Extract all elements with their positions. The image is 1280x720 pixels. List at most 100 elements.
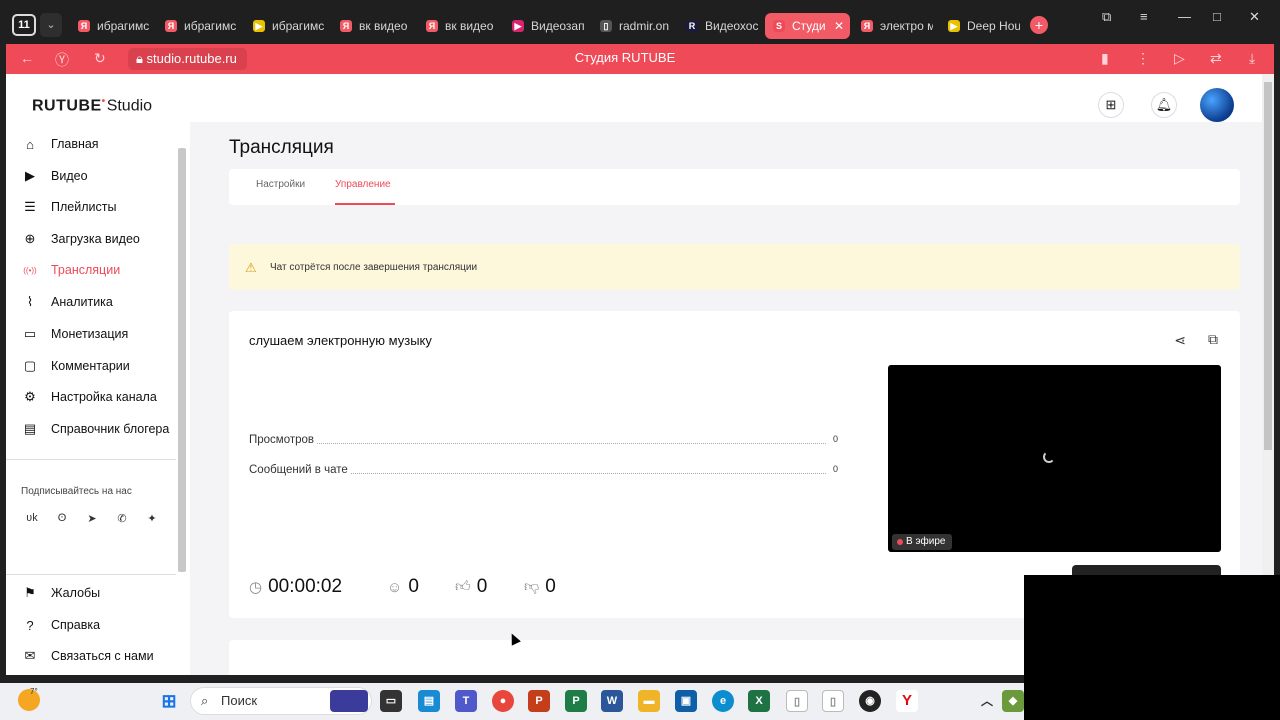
minimize-icon[interactable]: —	[1178, 9, 1191, 24]
bottom-nav-label: Связаться с нами	[51, 649, 154, 663]
browser-tab[interactable]: Яибрагимс	[157, 13, 237, 39]
sidebar-scrollbar[interactable]	[176, 134, 188, 674]
sidebar-item[interactable]: ▢ Комментарии	[22, 355, 130, 377]
browser-tab[interactable]: ▶ Видеозап	[504, 13, 584, 39]
sidebar-item[interactable]: ▶ Видео	[22, 165, 88, 187]
tab-counter[interactable]: 11	[12, 14, 36, 36]
sidebar-item-label: Монетизация	[51, 327, 129, 341]
dzen-icon[interactable]: ✦	[143, 512, 161, 525]
collections-icon[interactable]: ⧉	[1102, 9, 1111, 25]
bottom-nav-item[interactable]: ? Справка	[22, 614, 100, 636]
browser-tab[interactable]: Явк видео	[332, 13, 412, 39]
sidebar-item[interactable]: ⊕ Загрузка видео	[22, 228, 140, 250]
tab-settings[interactable]: Настройки	[256, 179, 305, 190]
upload-icon: ⊕	[24, 231, 36, 246]
maximize-icon[interactable]: □	[1213, 9, 1221, 24]
share-icon[interactable]: ⋖	[1174, 332, 1186, 349]
tab-label: Deep Hou	[967, 19, 1020, 33]
tab-label: ибрагимс	[184, 19, 237, 33]
telegram-icon[interactable]: ➤	[83, 512, 101, 525]
stream-action-button[interactable]	[1072, 565, 1221, 575]
sidebar-item-label: Трансляции	[51, 263, 121, 277]
browser-tab[interactable]: Яибрагимс	[70, 13, 150, 39]
edge-icon[interactable]: e	[712, 690, 734, 712]
stream-card: слушаем электронную музыку ⋖ ⧉ Просмотро…	[229, 311, 1240, 618]
duration-metric: ◷ 00:00:02	[249, 576, 343, 597]
tab-management[interactable]: Управление	[335, 179, 391, 190]
sidebar-item-label: Главная	[51, 137, 99, 151]
stream-title: слушаем электронную музыку	[249, 333, 432, 348]
sidebar-item[interactable]: ☰ Плейлисты	[22, 196, 116, 218]
browser-tab[interactable]: S Студи ✕	[765, 13, 850, 39]
rutube-studio-logo[interactable]: RUTUBE•Studio	[32, 96, 152, 115]
task-view-icon[interactable]: ▭	[380, 690, 402, 712]
yandex-browser-icon[interactable]: Y	[896, 690, 918, 712]
bell-icon[interactable]: 🔔︎	[1151, 92, 1177, 118]
tab-label: Студи	[792, 19, 826, 33]
analytics-icon: ⌇	[26, 294, 34, 309]
add-video-icon[interactable]: ⊞	[1098, 92, 1124, 118]
sidebar-item[interactable]: ((•)) Трансляции	[22, 259, 120, 281]
tab-label: вк видео	[359, 19, 408, 33]
thumbs-up-icon: 👍︎	[455, 578, 471, 595]
word-icon[interactable]: W	[601, 690, 623, 712]
windows-start-icon[interactable]: ⊞	[158, 690, 180, 712]
overlay-black-area	[1024, 575, 1280, 720]
playlist-icon: ☰	[24, 199, 36, 214]
app-icon[interactable]: ▤	[418, 690, 440, 712]
sidebar-item[interactable]: ⚙ Настройка канала	[22, 386, 157, 408]
file-icon[interactable]: ▯	[822, 690, 844, 712]
search-highlight-icon[interactable]	[330, 690, 368, 712]
menu-icon[interactable]: ≡	[1140, 9, 1148, 24]
video-preview[interactable]: В эфире	[888, 365, 1221, 552]
browser-tab[interactable]: ▶ Deep Hou	[940, 13, 1020, 39]
tray-app-icon[interactable]: ◆	[1002, 690, 1024, 712]
tab-favicon-icon: ▯	[600, 20, 612, 32]
search-icon: ⌕	[201, 693, 209, 708]
sidebar-item[interactable]: ▤ Справочник блогера	[22, 418, 170, 440]
sidebar-item[interactable]: ⌇ Аналитика	[22, 291, 113, 313]
avatar[interactable]	[1200, 88, 1234, 122]
file-icon[interactable]: ▯	[786, 690, 808, 712]
explorer-icon[interactable]: ▬	[638, 690, 660, 712]
chrome-icon[interactable]: ●	[492, 690, 514, 712]
browser-tab[interactable]: ▯ radmir.on	[592, 13, 672, 39]
excel-icon[interactable]: X	[748, 690, 770, 712]
bookmark-icon[interactable]: ▮	[1101, 50, 1109, 67]
download-icon[interactable]: ⤓	[1249, 50, 1255, 67]
teams-icon[interactable]: T	[455, 690, 477, 712]
browser-tab[interactable]: Явк видео	[418, 13, 498, 39]
browser-tab[interactable]: R Видеохос	[678, 13, 758, 39]
obs-icon[interactable]: ◉	[859, 690, 881, 712]
powerpoint-icon[interactable]: P	[528, 690, 550, 712]
broadcast-icon: ((•))	[23, 265, 37, 275]
ok-icon[interactable]: ʘ	[53, 512, 71, 524]
warning-banner: ⚠ Чат сотрётся после завершения трансляц…	[229, 244, 1240, 290]
viber-icon[interactable]: ✆	[113, 512, 131, 525]
new-tab-button[interactable]: +	[1030, 16, 1048, 34]
store-icon[interactable]: ▣	[675, 690, 697, 712]
chevron-down-icon[interactable]: ⌄	[40, 13, 62, 37]
project-icon[interactable]: P	[565, 690, 587, 712]
tab-favicon-icon: Я	[165, 20, 177, 32]
tab-favicon-icon: R	[686, 20, 698, 32]
browser-tab[interactable]: Яэлектро м	[853, 13, 933, 39]
browser-tab[interactable]: ▶ ибрагимс	[245, 13, 325, 39]
external-link-icon[interactable]: ⧉	[1208, 331, 1218, 348]
close-tab-icon[interactable]: ✕	[834, 19, 844, 33]
sidebar-item-label: Видео	[51, 169, 88, 183]
translate-icon[interactable]: ⇄	[1210, 50, 1222, 67]
sidebar-item[interactable]: ▭ Монетизация	[22, 323, 128, 345]
tray-chevron-icon[interactable]: ︿	[976, 690, 998, 712]
sidebar-item[interactable]: ⌂ Главная	[22, 133, 99, 155]
more-icon[interactable]: ⋮	[1136, 50, 1150, 67]
close-window-icon[interactable]: ✕	[1249, 9, 1260, 25]
home-icon: ⌂	[26, 136, 34, 152]
bottom-nav-item[interactable]: ✉ Связаться с нами	[22, 645, 154, 667]
player-icon[interactable]: ▷	[1174, 50, 1185, 67]
bottom-nav-item[interactable]: ⚑ Жалобы	[22, 582, 100, 604]
sidebar-item-label: Справочник блогера	[51, 422, 170, 436]
tab-favicon-icon: Я	[78, 20, 90, 32]
vk-icon[interactable]: ʋk	[23, 512, 41, 524]
monetization-icon: ▭	[23, 326, 37, 341]
